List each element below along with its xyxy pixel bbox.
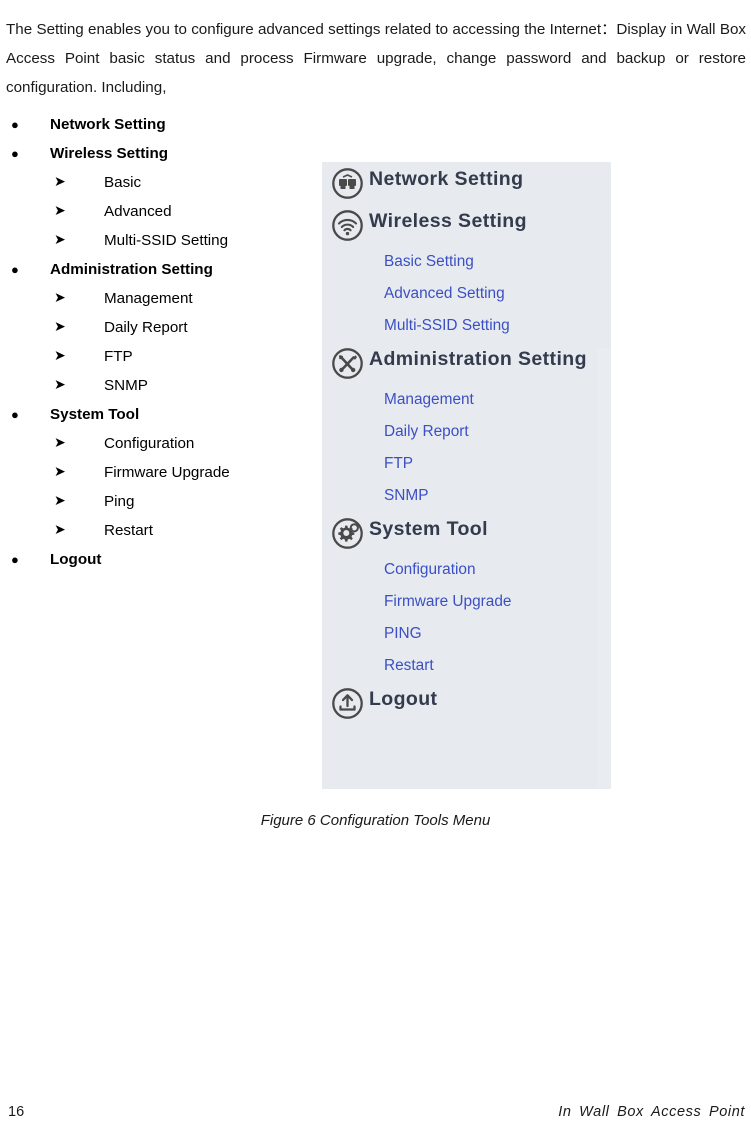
outline-item-label: Multi-SSID Setting — [104, 232, 229, 249]
outline-item-sub: ➤ FTP — [0, 342, 330, 371]
outline-item-label: Logout — [50, 551, 102, 568]
outline-item-sub: ➤ SNMP — [0, 371, 330, 400]
arrow-bullet-icon: ➤ — [54, 290, 66, 306]
bullet-disc-icon: ● — [11, 407, 19, 422]
outline-item-sub: ➤ Configuration — [0, 429, 330, 458]
arrow-bullet-icon: ➤ — [54, 493, 66, 509]
menu-group-label: System Tool — [369, 518, 488, 540]
outline-item-label: Network Setting — [50, 116, 166, 133]
arrow-bullet-icon: ➤ — [54, 464, 66, 480]
outline-item-label: Ping — [104, 493, 135, 510]
menu-group-administration-setting[interactable]: Administration Setting — [322, 342, 611, 384]
logout-arrow-icon — [331, 687, 364, 720]
menu-group-network-setting[interactable]: Network Setting — [322, 162, 611, 204]
outline-item-top: ● System Tool — [0, 400, 330, 429]
menu-link-snmp[interactable]: SNMP — [322, 480, 611, 512]
menu-link-advanced-setting[interactable]: Advanced Setting — [322, 278, 611, 310]
configuration-menu-screenshot: Network Setting Wireless Setting Basic Set… — [322, 162, 611, 789]
outline-item-top: ● Logout — [0, 545, 330, 574]
menu-link-firmware-upgrade[interactable]: Firmware Upgrade — [322, 586, 611, 618]
outline-item-sub: ➤ Management — [0, 284, 330, 313]
menu-group-label: Administration Setting — [369, 348, 587, 370]
menu-link-ping[interactable]: PING — [322, 618, 611, 650]
intro-paragraph: The Setting enables you to configure adv… — [6, 21, 746, 97]
menu-link-daily-report[interactable]: Daily Report — [322, 416, 611, 448]
menu-link-configuration[interactable]: Configuration — [322, 554, 611, 586]
bullet-disc-icon: ● — [11, 146, 19, 161]
outline-item-label: Restart — [104, 522, 153, 539]
outline-item-label: Advanced — [104, 203, 172, 220]
page-footer: 16 In Wall Box Access Point — [0, 1104, 751, 1130]
outline-item-sub: ➤ Restart — [0, 516, 330, 545]
menu-group-label: Network Setting — [369, 168, 524, 190]
outline-item-sub: ➤ Multi-SSID Setting — [0, 226, 330, 255]
figure-caption: Figure 6 Configuration Tools Menu — [260, 812, 491, 829]
page-number: 16 — [8, 1104, 25, 1120]
outline-item-sub: ➤ Firmware Upgrade — [0, 458, 330, 487]
gears-icon — [331, 517, 364, 550]
outline-item-sub: ➤ Ping — [0, 487, 330, 516]
arrow-bullet-icon: ➤ — [54, 232, 66, 248]
menu-link-restart[interactable]: Restart — [322, 650, 611, 682]
document-name: In Wall Box Access Point — [558, 1104, 745, 1120]
outline-item-sub: ➤ Advanced — [0, 197, 330, 226]
outline-item-label: Daily Report — [104, 319, 188, 336]
outline-item-top: ● Network Setting — [0, 110, 330, 139]
outline-item-label: FTP — [104, 348, 133, 365]
menu-group-wireless-setting[interactable]: Wireless Setting — [322, 204, 611, 246]
menu-link-multi-ssid-setting[interactable]: Multi-SSID Setting — [322, 310, 611, 342]
configuration-menu: Network Setting Wireless Setting Basic Set… — [322, 162, 611, 724]
wifi-signal-icon — [331, 209, 364, 242]
network-computers-icon — [331, 167, 364, 200]
arrow-bullet-icon: ➤ — [54, 174, 66, 190]
outline-item-label: System Tool — [50, 406, 140, 423]
document-page: The Setting enables you to configure adv… — [0, 0, 751, 1125]
menu-group-label: Wireless Setting — [369, 210, 527, 232]
menu-group-logout[interactable]: Logout — [322, 682, 611, 724]
arrow-bullet-icon: ➤ — [54, 377, 66, 393]
menu-link-ftp[interactable]: FTP — [322, 448, 611, 480]
outline-item-top: ● Wireless Setting — [0, 139, 330, 168]
bullet-disc-icon: ● — [11, 262, 19, 277]
arrow-bullet-icon: ➤ — [54, 348, 66, 364]
outline-item-label: Wireless Setting — [50, 145, 169, 162]
outline-item-label: Management — [104, 290, 193, 307]
bullet-disc-icon: ● — [11, 117, 19, 132]
outline-item-sub: ➤ Daily Report — [0, 313, 330, 342]
outline-item-label: SNMP — [104, 377, 148, 394]
menu-link-basic-setting[interactable]: Basic Setting — [322, 246, 611, 278]
wrench-screwdriver-icon — [331, 347, 364, 380]
outline-item-label: Firmware Upgrade — [104, 464, 230, 481]
outline-item-label: Configuration — [104, 435, 195, 452]
outline-item-label: Administration Setting — [50, 261, 213, 278]
arrow-bullet-icon: ➤ — [54, 435, 66, 451]
arrow-bullet-icon: ➤ — [54, 319, 66, 335]
arrow-bullet-icon: ➤ — [54, 203, 66, 219]
outline-item-top: ● Administration Setting — [0, 255, 330, 284]
outline-item-sub: ➤ Basic — [0, 168, 330, 197]
bullet-disc-icon: ● — [11, 552, 19, 567]
menu-group-label: Logout — [369, 688, 438, 710]
menu-link-management[interactable]: Management — [322, 384, 611, 416]
arrow-bullet-icon: ➤ — [54, 522, 66, 538]
feature-outline-list: ● Network Setting ● Wireless Setting ➤ Basic ➤… — [0, 110, 330, 574]
outline-item-label: Basic — [104, 174, 142, 191]
menu-group-system-tool[interactable]: System Tool — [322, 512, 611, 554]
